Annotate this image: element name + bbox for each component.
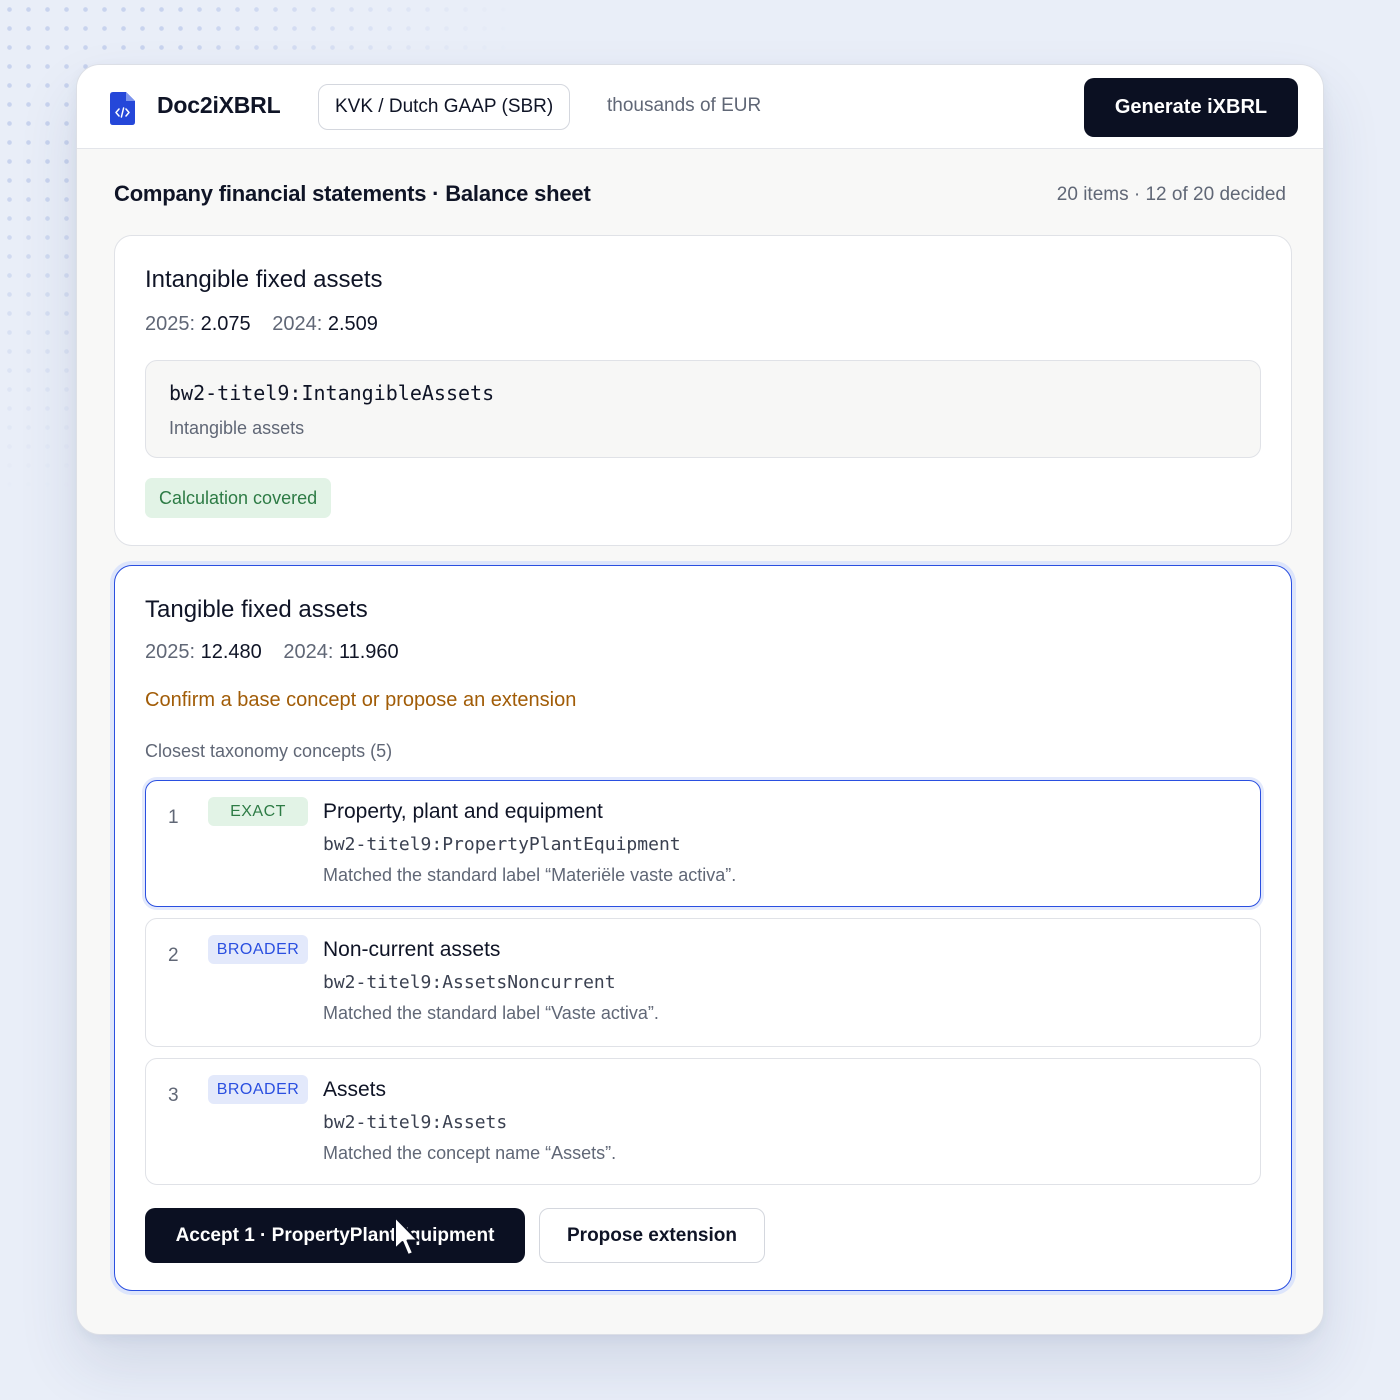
- year-label: 2025:: [145, 313, 196, 335]
- year-value: 11.960: [338, 641, 399, 663]
- concept-label: Intangible assets: [169, 418, 305, 438]
- candidate-rank: 2: [168, 945, 179, 966]
- item-card-intangible[interactable]: Intangible fixed assets 2025: 2.075 2024…: [114, 235, 1292, 546]
- year-label: 2024:: [283, 641, 334, 663]
- candidate-name: Non-current assets: [323, 938, 501, 961]
- candidate-rank: 1: [168, 807, 179, 828]
- mouse-pointer-icon: [394, 1216, 419, 1256]
- year-value: 2.075: [200, 313, 251, 335]
- candidate-reason: Matched the standard label “Materiële va…: [323, 865, 737, 885]
- generate-ixbrl-button[interactable]: Generate iXBRL: [1084, 78, 1298, 137]
- item-title: Tangible fixed assets: [145, 596, 368, 623]
- year-value: 12.480: [200, 641, 262, 663]
- status-badge: Calculation covered: [145, 478, 332, 518]
- candidate-qname: bw2-titel9:PropertyPlantEquipment: [323, 834, 681, 855]
- item-card-tangible[interactable]: Tangible fixed assets 2025: 12.480 2024:…: [114, 565, 1292, 1291]
- decision-prompt: Confirm a base concept or propose an ext…: [145, 689, 577, 711]
- app-window: Doc2iXBRL KVK / Dutch GAAP (SBR) thousan…: [76, 64, 1324, 1335]
- candidate-name: Assets: [323, 1078, 387, 1101]
- match-type-badge: EXACT: [208, 797, 308, 826]
- code-file-icon: [110, 92, 135, 125]
- candidate-reason: Matched the concept name “Assets”.: [323, 1143, 617, 1163]
- candidate-qname: bw2-titel9:AssetsNoncurrent: [323, 972, 616, 993]
- candidate-row[interactable]: 1 EXACT Property, plant and equipment bw…: [145, 780, 1261, 907]
- match-type-badge: BROADER: [208, 935, 308, 964]
- taxonomy-selector[interactable]: KVK / Dutch GAAP (SBR): [318, 84, 571, 130]
- accept-candidate-button[interactable]: Accept 1 · PropertyPlantEquipment: [145, 1208, 525, 1263]
- item-values: 2025: 12.480 2024: 11.960: [145, 641, 399, 664]
- section-title: Company financial statements · Balance s…: [114, 181, 591, 206]
- year-value: 2.509: [327, 313, 378, 335]
- candidate-row[interactable]: 3 BROADER Assets bw2-titel9:Assets Match…: [145, 1058, 1261, 1185]
- candidate-qname: bw2-titel9:Assets: [323, 1112, 508, 1133]
- concept-qname: bw2-titel9:IntangibleAssets: [169, 381, 495, 405]
- candidate-name: Property, plant and equipment: [323, 800, 603, 823]
- year-label: 2025:: [145, 641, 196, 663]
- selected-concept: bw2-titel9:IntangibleAssets Intangible a…: [145, 360, 1261, 458]
- candidate-row[interactable]: 2 BROADER Non-current assets bw2-titel9:…: [145, 918, 1261, 1047]
- match-type-badge: BROADER: [208, 1075, 308, 1104]
- item-values: 2025: 2.075 2024: 2.509: [145, 313, 378, 336]
- top-bar: Doc2iXBRL KVK / Dutch GAAP (SBR) thousan…: [77, 65, 1323, 149]
- item-title: Intangible fixed assets: [145, 266, 383, 293]
- propose-extension-button[interactable]: Propose extension: [539, 1208, 765, 1263]
- app-title: Doc2iXBRL: [157, 92, 281, 118]
- section-progress: 20 items · 12 of 20 decided: [1056, 184, 1286, 205]
- candidate-reason: Matched the standard label “Vaste activa…: [323, 1003, 659, 1023]
- year-label: 2024:: [272, 313, 323, 335]
- candidate-rank: 3: [168, 1085, 179, 1106]
- candidates-heading: Closest taxonomy concepts (5): [145, 741, 393, 761]
- units-label: thousands of EUR: [607, 95, 762, 116]
